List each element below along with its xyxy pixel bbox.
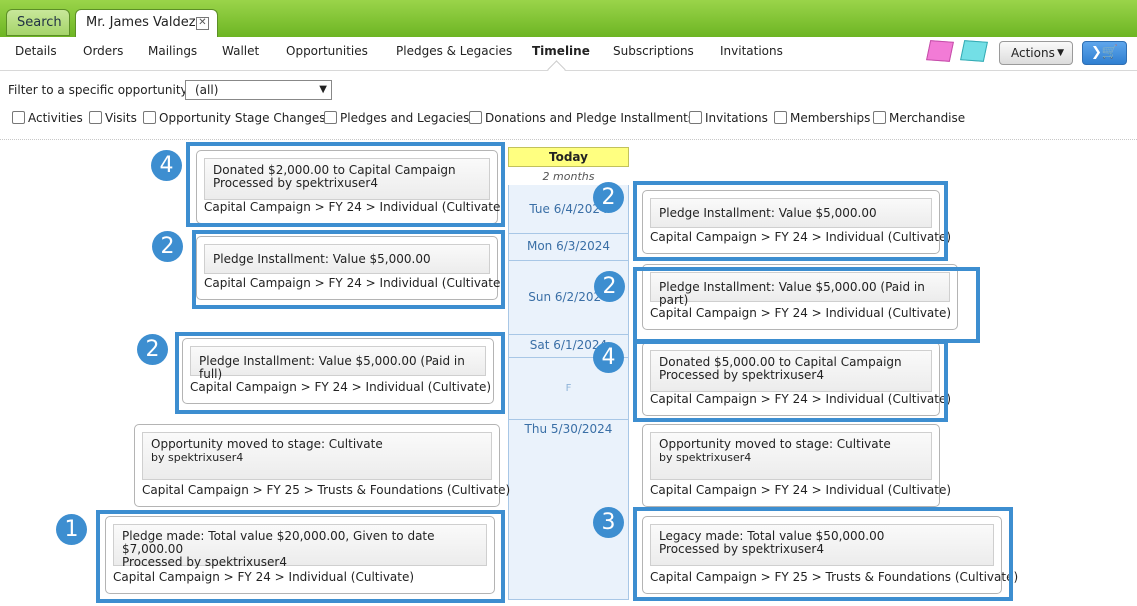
highlight-frame bbox=[175, 332, 505, 414]
checkbox-donations-installments[interactable]: Donations and Pledge Installments bbox=[469, 111, 694, 125]
nav-opportunities[interactable]: Opportunities bbox=[286, 44, 368, 58]
checkbox-label: Merchandise bbox=[889, 111, 966, 125]
card-title: Opportunity moved to stage: Cultivate bbox=[151, 437, 383, 451]
nav-pledges-legacies[interactable]: Pledges & Legacies bbox=[396, 44, 512, 58]
highlight-frame bbox=[633, 340, 948, 422]
tab-search[interactable]: Search bbox=[6, 9, 70, 36]
card-summary: Opportunity moved to stage: Cultivate by … bbox=[142, 432, 492, 480]
date-separator bbox=[509, 233, 628, 234]
callout-badge: 1 bbox=[56, 514, 87, 545]
tab-client-label: Mr. James Valdez bbox=[86, 15, 196, 30]
checkbox-invitations[interactable]: Invitations bbox=[689, 111, 768, 125]
checkbox-icon[interactable] bbox=[689, 111, 702, 124]
active-tab-caret bbox=[547, 60, 566, 79]
filter-label: Filter to a specific opportunity: bbox=[8, 83, 191, 97]
callout-badge: 2 bbox=[593, 182, 624, 213]
highlight-frame bbox=[192, 230, 505, 309]
basket-icon: ❯🛒 bbox=[1090, 45, 1119, 60]
callout-badge: 4 bbox=[151, 150, 182, 181]
divider bbox=[0, 139, 1137, 140]
checkbox-activities[interactable]: Activities bbox=[12, 111, 83, 125]
top-tab-strip: Search Mr. James Valdez ✕ bbox=[0, 0, 1137, 38]
card-summary: Opportunity moved to stage: Cultivate by … bbox=[650, 432, 932, 480]
chevron-down-icon: ▼ bbox=[319, 84, 327, 95]
highlight-frame bbox=[96, 510, 505, 603]
callout-badge: 4 bbox=[593, 342, 624, 373]
nav-details[interactable]: Details bbox=[15, 44, 57, 58]
checkbox-icon[interactable] bbox=[324, 111, 337, 124]
callout-badge: 2 bbox=[152, 231, 183, 262]
checkbox-label: Pledges and Legacies bbox=[340, 111, 470, 125]
today-marker: Today bbox=[508, 147, 629, 167]
checkbox-pledges-legacies[interactable]: Pledges and Legacies bbox=[324, 111, 469, 125]
card-title: Opportunity moved to stage: Cultivate bbox=[659, 437, 891, 451]
date-separator bbox=[509, 419, 628, 420]
opportunity-filter-select[interactable]: (all) ▼ bbox=[185, 80, 332, 100]
checkbox-icon[interactable] bbox=[89, 111, 102, 124]
timeline-marker: F bbox=[565, 383, 572, 394]
date-label: Mon 6/3/2024 bbox=[526, 239, 610, 253]
highlight-frame bbox=[633, 507, 1013, 601]
highlight-frame bbox=[186, 142, 505, 227]
filter-selected-value: (all) bbox=[195, 83, 219, 97]
highlight-frame bbox=[633, 181, 948, 261]
checkbox-label: Memberships bbox=[790, 111, 871, 125]
checkbox-merchandise[interactable]: Merchandise bbox=[873, 111, 965, 125]
callout-badge: 2 bbox=[594, 271, 625, 302]
callout-badge: 2 bbox=[137, 334, 168, 365]
card-path: Capital Campaign > FY 25 > Trusts & Foun… bbox=[142, 483, 511, 497]
chevron-down-icon: ▼ bbox=[1057, 48, 1064, 58]
nav-timeline[interactable]: Timeline bbox=[532, 44, 590, 58]
close-icon[interactable]: ✕ bbox=[196, 17, 209, 30]
card-subtitle: by spektrixuser4 bbox=[659, 451, 752, 464]
timeline-card[interactable]: Opportunity moved to stage: Cultivate by … bbox=[134, 424, 510, 507]
nav-invitations[interactable]: Invitations bbox=[720, 44, 783, 58]
date-separator bbox=[509, 334, 628, 335]
teal-note-icon[interactable] bbox=[960, 40, 988, 62]
actions-button[interactable]: Actions ▼ bbox=[999, 41, 1073, 65]
checkbox-label: Invitations bbox=[705, 111, 768, 125]
date-label: Thu 5/30/2024 bbox=[524, 422, 613, 436]
highlight-frame bbox=[633, 267, 980, 343]
nav-mailings[interactable]: Mailings bbox=[148, 44, 197, 58]
checkbox-memberships[interactable]: Memberships bbox=[774, 111, 870, 125]
nav-orders[interactable]: Orders bbox=[83, 44, 123, 58]
checkbox-label: Visits bbox=[105, 111, 137, 125]
checkbox-label: Donations and Pledge Installments bbox=[485, 111, 695, 125]
callout-badge: 3 bbox=[593, 507, 624, 538]
record-subnav: Details Orders Mailings Wallet Opportuni… bbox=[0, 37, 1137, 79]
pink-note-icon[interactable] bbox=[926, 40, 954, 62]
checkbox-label: Activities bbox=[28, 111, 83, 125]
checkbox-icon[interactable] bbox=[12, 111, 25, 124]
checkbox-opportunity-stage-changes[interactable]: Opportunity Stage Changes bbox=[143, 111, 326, 125]
checkbox-visits[interactable]: Visits bbox=[89, 111, 137, 125]
card-subtitle: by spektrixuser4 bbox=[151, 451, 244, 464]
nav-subscriptions[interactable]: Subscriptions bbox=[613, 44, 694, 58]
basket-button[interactable]: ❯🛒 bbox=[1082, 41, 1127, 65]
date-separator bbox=[509, 260, 628, 261]
tab-client-record[interactable]: Mr. James Valdez ✕ bbox=[75, 9, 218, 37]
timeline-card[interactable]: Opportunity moved to stage: Cultivate by … bbox=[642, 424, 951, 507]
checkbox-icon[interactable] bbox=[873, 111, 886, 124]
nav-wallet[interactable]: Wallet bbox=[222, 44, 259, 58]
checkbox-label: Opportunity Stage Changes bbox=[159, 111, 326, 125]
checkbox-icon[interactable] bbox=[774, 111, 787, 124]
checkbox-icon[interactable] bbox=[143, 111, 156, 124]
card-path: Capital Campaign > FY 24 > Individual (C… bbox=[650, 483, 952, 497]
actions-label: Actions bbox=[1011, 46, 1055, 60]
checkbox-icon[interactable] bbox=[469, 111, 482, 124]
